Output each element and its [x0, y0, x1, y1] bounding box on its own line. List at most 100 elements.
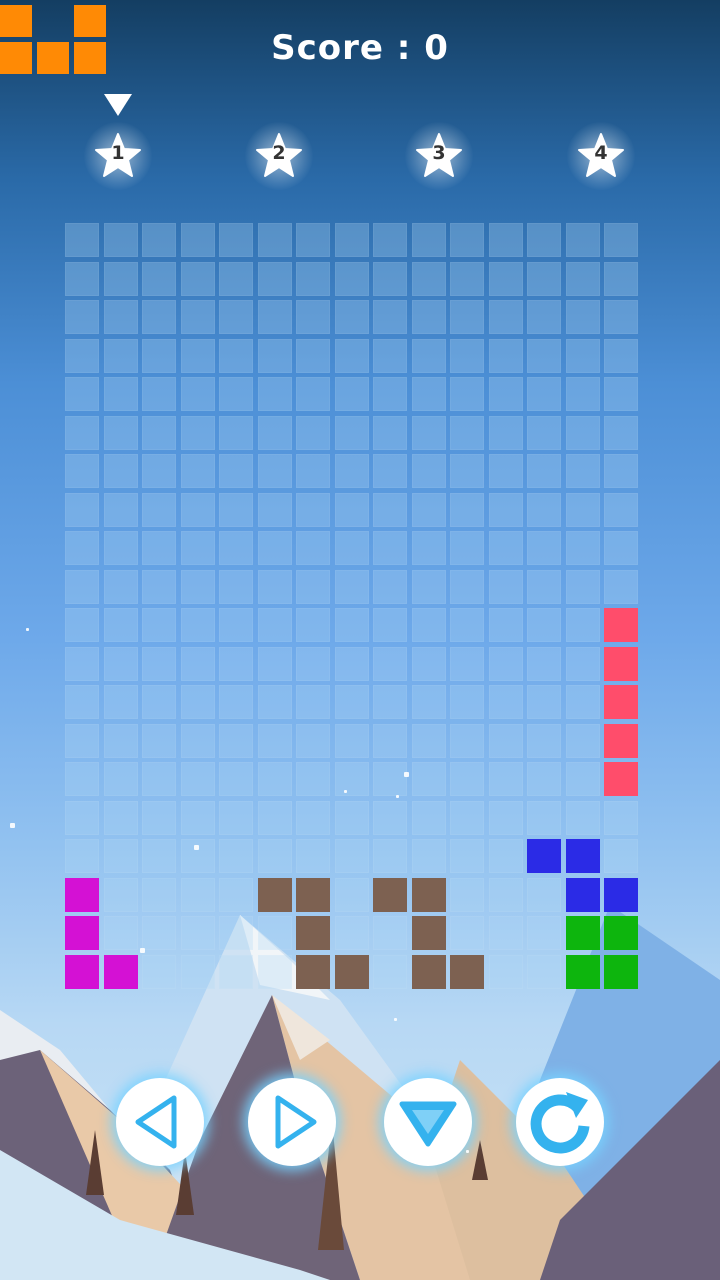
level-2-star-button[interactable]: 2	[245, 122, 313, 190]
board-cell	[450, 723, 484, 758]
red-i-piece-block	[604, 762, 638, 796]
board-cell	[65, 338, 99, 373]
board-cell	[142, 877, 176, 912]
board-cell	[527, 338, 561, 373]
game-scene: Score : 0 1 2 3 4	[0, 0, 720, 1280]
board-cell	[527, 415, 561, 450]
board-cell	[334, 762, 369, 796]
board-cell	[411, 377, 446, 411]
board-cell	[103, 415, 138, 450]
board-cell	[488, 223, 523, 257]
board-cell	[219, 338, 253, 373]
board-cell	[334, 223, 369, 257]
brown-z-piece-right-block	[450, 954, 484, 989]
board-cell	[527, 954, 561, 989]
brown-z-piece-left-block	[334, 954, 369, 989]
board-cell	[180, 454, 215, 488]
brown-z-piece-right-block	[411, 954, 446, 989]
board-cell	[142, 261, 176, 296]
board-cell	[65, 762, 99, 796]
snowflake	[26, 628, 29, 631]
board-cell	[180, 762, 215, 796]
blue-z-piece-block	[604, 877, 638, 912]
board-cell	[257, 608, 292, 642]
score-display: Score : 0	[240, 28, 480, 68]
board-cell	[296, 338, 330, 373]
board-cell	[334, 839, 369, 873]
drop-down-button[interactable]	[384, 1078, 472, 1166]
board-cell	[219, 723, 253, 758]
board-cell	[103, 454, 138, 488]
board-cell	[65, 454, 99, 488]
board-cell	[450, 800, 484, 835]
board-cell	[527, 685, 561, 719]
board-cell	[257, 531, 292, 565]
board-cell	[296, 839, 330, 873]
board-cell	[180, 685, 215, 719]
board-cell	[450, 223, 484, 257]
blue-z-piece-block	[527, 839, 561, 873]
board-cell	[296, 377, 330, 411]
board-cell	[142, 685, 176, 719]
board-cell	[219, 300, 253, 334]
board-cell	[373, 569, 407, 604]
board-cell	[103, 839, 138, 873]
board-cell	[450, 531, 484, 565]
next-piece-block	[37, 42, 69, 74]
level-3-star-button[interactable]: 3	[405, 122, 473, 190]
board-cell	[257, 338, 292, 373]
board-cell	[565, 531, 600, 565]
level-4-star-button[interactable]: 4	[567, 122, 635, 190]
level-number: 2	[272, 142, 286, 164]
blue-z-piece-block	[565, 877, 600, 912]
board-cell	[604, 492, 638, 527]
board-cell	[411, 531, 446, 565]
board-cell	[257, 454, 292, 488]
board-cell	[334, 377, 369, 411]
board-cell	[527, 531, 561, 565]
board-cell	[527, 261, 561, 296]
level-1-star-button[interactable]: 1	[84, 122, 152, 190]
board-cell	[296, 492, 330, 527]
board-cell	[103, 646, 138, 681]
board-cell	[180, 492, 215, 527]
board-cell	[103, 916, 138, 950]
board-cell	[296, 454, 330, 488]
board-cell	[488, 300, 523, 334]
board-cell	[257, 762, 292, 796]
board-cell	[65, 723, 99, 758]
board-cell	[373, 685, 407, 719]
board-cell	[527, 377, 561, 411]
board-cell	[411, 839, 446, 873]
board-cell	[565, 569, 600, 604]
board-cell	[296, 531, 330, 565]
move-right-button[interactable]	[248, 1078, 336, 1166]
board-cell	[373, 646, 407, 681]
board-cell	[334, 261, 369, 296]
board-cell	[65, 300, 99, 334]
board-cell	[65, 261, 99, 296]
board-cell	[334, 492, 369, 527]
board-cell	[103, 608, 138, 642]
board-cell	[450, 569, 484, 604]
move-left-button[interactable]	[116, 1078, 204, 1166]
rotate-button[interactable]	[516, 1078, 604, 1166]
board-cell	[257, 685, 292, 719]
board-cell	[604, 338, 638, 373]
board-cell	[296, 646, 330, 681]
board-cell	[411, 338, 446, 373]
board-cell	[103, 223, 138, 257]
board-cell	[527, 492, 561, 527]
level-pointer-icon	[104, 94, 132, 116]
board-cell	[527, 916, 561, 950]
snowflake	[466, 1150, 469, 1153]
magenta-l-piece-block	[103, 954, 138, 989]
board-cell	[565, 800, 600, 835]
board-cell	[180, 646, 215, 681]
board-cell	[65, 415, 99, 450]
board-cell	[257, 569, 292, 604]
board-cell	[373, 839, 407, 873]
board-cell	[450, 916, 484, 950]
board-cell	[103, 492, 138, 527]
board-cell	[565, 300, 600, 334]
